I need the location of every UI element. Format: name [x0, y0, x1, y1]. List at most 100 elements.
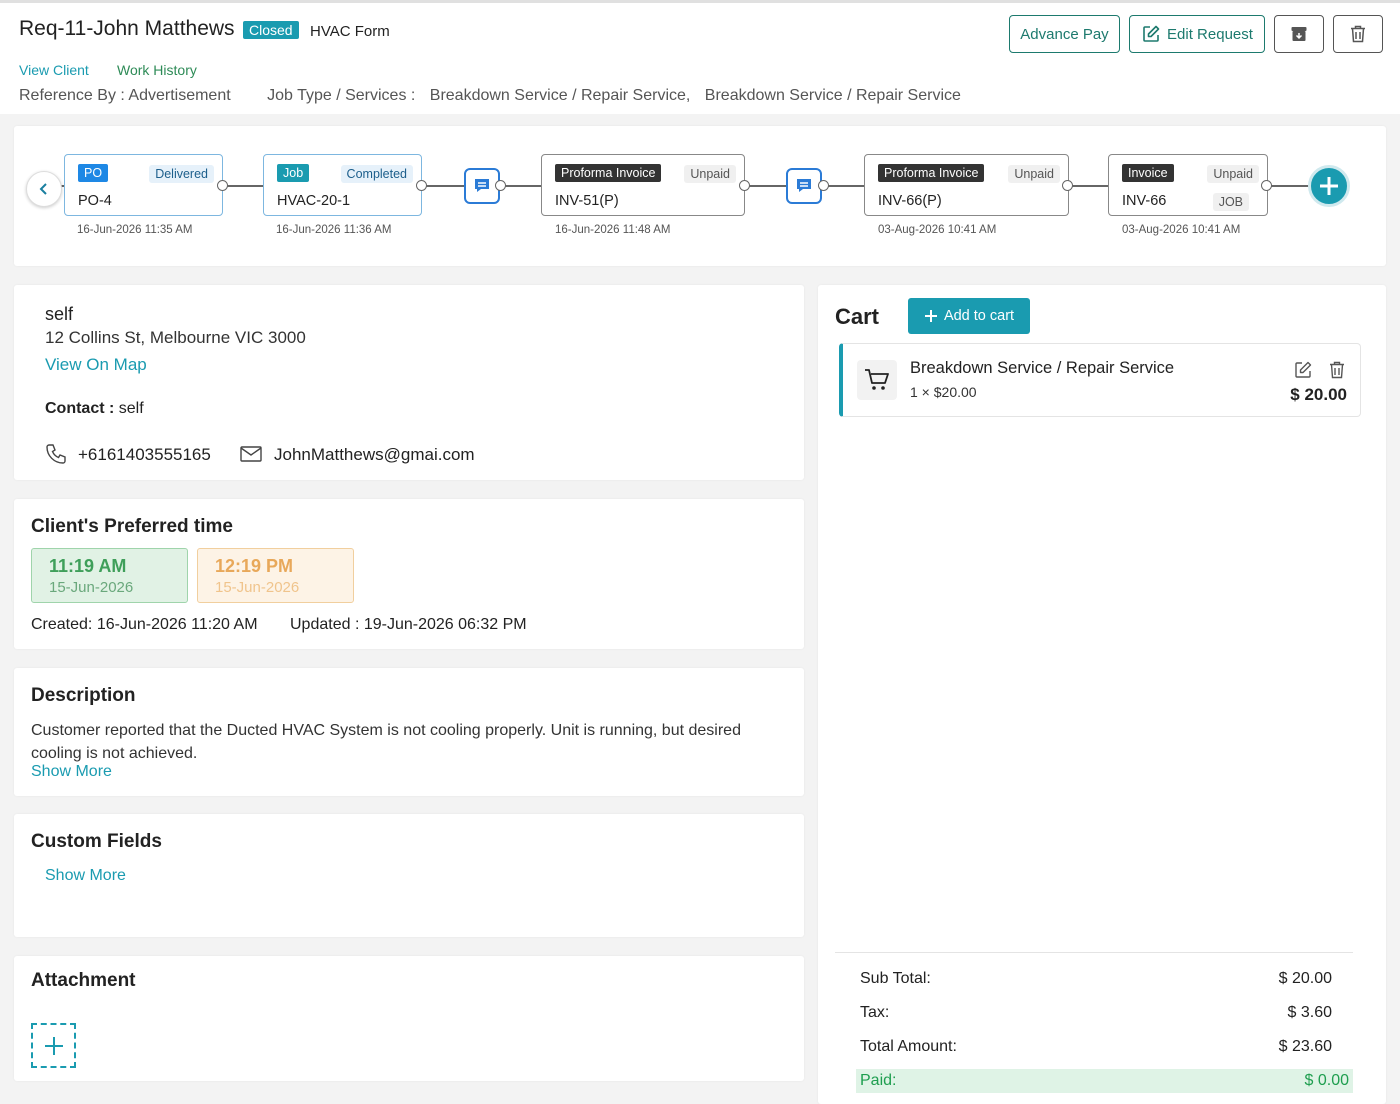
section-title: Custom Fields: [31, 831, 162, 852]
cart-title: Cart: [835, 304, 880, 329]
section-title: Description: [31, 685, 136, 706]
timeline-tag: Job: [277, 164, 310, 182]
timeline-date: 16-Jun-2026 11:36 AM: [276, 224, 392, 236]
chevron-left-icon: [37, 182, 51, 196]
show-more-link[interactable]: Show More: [45, 867, 126, 885]
client-email[interactable]: JohnMatthews@gmai.com: [274, 445, 475, 465]
message-icon: [795, 177, 813, 195]
description-text: Customer reported that the Ducted HVAC S…: [31, 722, 741, 762]
trash-icon[interactable]: [1328, 360, 1346, 380]
advance-pay-button[interactable]: Advance Pay: [1009, 15, 1120, 53]
cart-icon: [857, 360, 897, 400]
timeline-status: Unpaid: [1008, 165, 1060, 183]
cart-totals: Sub Total: $ 20.00 Tax: $ 3.60 Total Amo…: [835, 952, 1353, 1093]
archive-button[interactable]: [1274, 15, 1324, 53]
end-time: 12:19 PM: [215, 556, 294, 576]
client-address: 12 Collins St, Melbourne VIC 3000: [45, 328, 306, 347]
add-attachment-button[interactable]: [31, 1023, 76, 1068]
timeline-item-job[interactable]: Job Completed HVAC-20-1: [263, 154, 422, 216]
client-address-card: self 12 Collins St, Melbourne VIC 3000 V…: [14, 285, 804, 480]
timeline-code: INV-66: [1122, 193, 1167, 209]
reference-by: Reference By : Advertisement: [19, 87, 231, 104]
tax-value: $ 3.60: [1287, 1004, 1332, 1021]
job-type-item: Breakdown Service / Repair Service: [704, 87, 961, 104]
timeline-dot: [818, 180, 829, 191]
timeline-tag: Proforma Invoice: [878, 164, 985, 182]
start-date: 15-Jun-2026: [49, 579, 134, 596]
timeline-code: INV-66(P): [878, 193, 942, 209]
cart-card: Cart Add to cart Breakdown Service / Rep…: [818, 285, 1386, 1104]
timeline-prev-button[interactable]: [26, 171, 62, 207]
timeline-status-secondary: JOB: [1212, 193, 1249, 211]
timeline-date: 03-Aug-2026 10:41 AM: [1122, 224, 1241, 236]
add-to-cart-label: Add to cart: [943, 308, 1015, 324]
cart-item-total: $ 20.00: [1290, 385, 1347, 404]
timeline-tag: Proforma Invoice: [555, 164, 662, 182]
timeline-date: 16-Jun-2026 11:35 AM: [77, 224, 193, 236]
custom-fields-card: Custom Fields Show More: [14, 814, 804, 937]
cart-item-name: Breakdown Service / Repair Service: [910, 359, 1175, 377]
preferred-time-card: Client's Preferred time 11:19 AM 15-Jun-…: [14, 499, 804, 649]
view-on-map-link[interactable]: View On Map: [45, 355, 147, 375]
timeline-status: Delivered: [149, 165, 214, 183]
timeline-date: 16-Jun-2026 11:48 AM: [555, 224, 671, 236]
advance-pay-label: Advance Pay: [1020, 25, 1109, 43]
workflow-timeline: PO Delivered PO-4 16-Jun-2026 11:35 AM J…: [14, 126, 1386, 266]
preferred-end-time: 12:19 PM 15-Jun-2026: [197, 548, 354, 603]
plus-icon: [1318, 175, 1340, 197]
edit-request-button[interactable]: Edit Request: [1129, 15, 1265, 53]
total-value: $ 23.60: [1278, 1038, 1332, 1055]
add-to-cart-button[interactable]: Add to cart: [908, 298, 1030, 334]
timeline-item-proforma-invoice[interactable]: Proforma Invoice Unpaid INV-51(P): [541, 154, 745, 216]
show-more-link[interactable]: Show More: [31, 763, 112, 781]
archive-icon: [1290, 25, 1308, 43]
timeline-dot: [416, 180, 427, 191]
timeline-tag: Invoice: [1122, 164, 1174, 182]
subtotal-label: Sub Total:: [860, 970, 931, 987]
timeline-dot: [495, 180, 506, 191]
timeline-item-po[interactable]: PO Delivered PO-4: [64, 154, 223, 216]
start-time: 11:19 AM: [49, 556, 127, 576]
updated-timestamp: Updated : 19-Jun-2026 06:32 PM: [290, 616, 527, 633]
status-badge: Closed: [243, 21, 299, 39]
description-card: Description Customer reported that the D…: [14, 668, 804, 796]
phone-icon: [45, 443, 67, 465]
timeline-dot: [1261, 180, 1272, 191]
paid-row: Paid: $ 0.00: [856, 1069, 1353, 1093]
timeline-message-button[interactable]: [786, 168, 822, 204]
created-timestamp: Created: 16-Jun-2026 11:20 AM: [31, 616, 258, 633]
form-name: HVAC Form: [310, 23, 390, 40]
cart-item-qty: 1 × $20.00: [910, 384, 977, 400]
timeline-status: Unpaid: [1207, 165, 1259, 183]
tax-label: Tax:: [860, 1004, 890, 1021]
reference-line: Reference By : Advertisement Job Type / …: [19, 87, 971, 105]
timeline-add-button[interactable]: [1308, 165, 1350, 207]
timeline-date: 03-Aug-2026 10:41 AM: [878, 224, 997, 236]
mail-icon: [240, 445, 262, 463]
cart-item: Breakdown Service / Repair Service 1 × $…: [839, 343, 1361, 417]
timeline-tag: PO: [78, 164, 109, 182]
client-phone[interactable]: +6161403555165: [78, 445, 211, 465]
delete-button[interactable]: [1333, 15, 1383, 53]
plus-icon: [924, 309, 938, 323]
timeline-code: PO-4: [78, 193, 112, 209]
contact-label: Contact :: [45, 400, 115, 417]
timeline-item-invoice[interactable]: Invoice Unpaid JOB INV-66: [1108, 154, 1268, 216]
timeline-item-proforma-invoice[interactable]: Proforma Invoice Unpaid INV-66(P): [864, 154, 1069, 216]
job-type-item: Breakdown Service / Repair Service,: [429, 87, 691, 104]
section-title: Client's Preferred time: [31, 516, 233, 537]
timeline-status: Unpaid: [684, 165, 736, 183]
edit-icon[interactable]: [1293, 360, 1313, 380]
timeline-dot: [217, 180, 228, 191]
view-client-link[interactable]: View Client: [19, 62, 89, 78]
work-history-link[interactable]: Work History: [117, 62, 197, 78]
subtotal-row: Sub Total: $ 20.00: [835, 967, 1353, 991]
total-label: Total Amount:: [860, 1038, 957, 1055]
timeline-dot: [739, 180, 750, 191]
page-title: Req-11-John Matthews: [19, 17, 235, 40]
contact-line: Contact : self: [45, 400, 144, 418]
timeline-status: Completed: [340, 165, 413, 183]
edit-icon: [1141, 24, 1161, 44]
timeline-dot: [1062, 180, 1073, 191]
attachment-card: Attachment: [14, 956, 804, 1081]
